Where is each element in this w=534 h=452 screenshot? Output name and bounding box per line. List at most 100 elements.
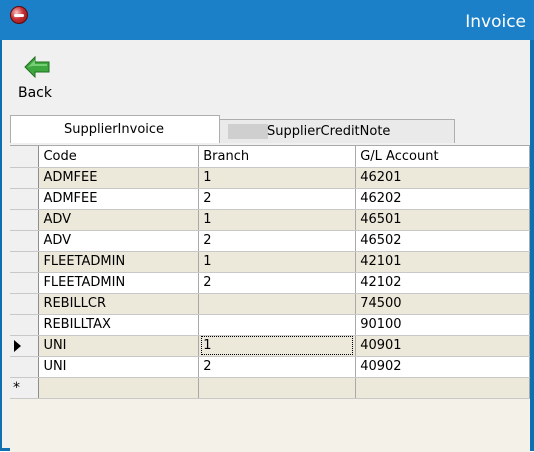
title-bar: Invoice (0, 0, 534, 40)
table-row[interactable]: ADMFEE 2 46202 (10, 188, 530, 210)
app-window: Invoice Back SupplierInvoice SupplierCre… (0, 0, 534, 452)
cell-gl-account[interactable]: 40902 (355, 356, 530, 378)
cell-branch[interactable]: 2 (198, 230, 357, 252)
back-arrow-icon (24, 56, 50, 78)
tab-supplier-invoice[interactable]: SupplierInvoice (10, 115, 220, 143)
cell-code[interactable]: ADMFEE (38, 188, 200, 210)
cell-branch[interactable] (198, 314, 357, 336)
cell-gl-account[interactable]: 40901 (355, 335, 530, 357)
cell-code[interactable]: UNI (38, 335, 200, 357)
row-header[interactable]: * (10, 377, 40, 399)
cell-value: ADV (43, 233, 72, 248)
tab-blurred-region (228, 124, 268, 139)
row-header[interactable] (10, 272, 40, 294)
new-row-cell[interactable] (198, 377, 357, 399)
row-header[interactable] (10, 314, 40, 336)
cell-code[interactable]: ADV (38, 230, 200, 252)
cell-value: ADMFEE (43, 191, 98, 206)
cell-gl-account[interactable]: 46202 (355, 188, 530, 210)
cell-gl-account[interactable]: 46502 (355, 230, 530, 252)
tab-supplier-credit-note[interactable]: SupplierCreditNote (219, 119, 455, 143)
table-row[interactable]: UNI 1 40901 (10, 335, 530, 357)
cell-value: 2 (203, 359, 212, 374)
cell-value: 46501 (360, 212, 402, 227)
column-header-code[interactable]: Code (38, 146, 200, 168)
grid-corner[interactable] (10, 146, 40, 168)
cell-value: 1 (203, 254, 212, 269)
cell-branch[interactable]: 1 (198, 209, 357, 231)
cell-branch[interactable]: 1 (198, 335, 357, 357)
cell-value: 2 (203, 233, 212, 248)
table-row[interactable]: FLEETADMIN 2 42102 (10, 272, 530, 294)
client-area: Back SupplierInvoice SupplierCreditNote (2, 40, 530, 452)
cell-value: 2 (203, 275, 212, 290)
table-row[interactable]: ADV 1 46501 (10, 209, 530, 231)
back-label: Back (18, 85, 52, 101)
table-row[interactable]: ADMFEE 1 46201 (10, 167, 530, 189)
cell-gl-account[interactable]: 46201 (355, 167, 530, 189)
cell-value: REBILLTAX (43, 317, 111, 332)
table-row[interactable]: UNI 2 40902 (10, 356, 530, 378)
cell-code[interactable]: ADV (38, 209, 200, 231)
cell-value: UNI (43, 359, 67, 374)
cell-value: REBILLCR (43, 296, 107, 311)
cell-value: 42102 (360, 275, 402, 290)
tab-label: SupplierCreditNote (267, 124, 391, 139)
cell-value: 46502 (360, 233, 402, 248)
column-header-branch[interactable]: Branch (198, 146, 357, 168)
cell-gl-account[interactable]: 46501 (355, 209, 530, 231)
cell-code[interactable]: UNI (38, 356, 200, 378)
cell-branch[interactable]: 2 (198, 272, 357, 294)
cell-branch[interactable]: 1 (198, 167, 357, 189)
cell-value: ADMFEE (43, 170, 98, 185)
row-header[interactable] (10, 335, 40, 357)
cell-code[interactable]: FLEETADMIN (38, 251, 200, 273)
row-header[interactable] (10, 251, 40, 273)
grid-body: ADMFEE 1 46201 ADMFEE 2 46202 ADV 1 46501 ADV 2 465… (10, 167, 530, 399)
cell-value: 74500 (360, 296, 402, 311)
cell-code[interactable]: ADMFEE (38, 167, 200, 189)
row-header[interactable] (10, 209, 40, 231)
cell-branch[interactable]: 2 (198, 188, 357, 210)
row-header[interactable] (10, 293, 40, 315)
new-row-cell[interactable] (355, 377, 530, 399)
row-header[interactable] (10, 356, 40, 378)
window-title: Invoice (465, 12, 526, 32)
cell-value: FLEETADMIN (43, 275, 126, 290)
new-row-cell[interactable] (38, 377, 200, 399)
table-row[interactable]: REBILLCR 74500 (10, 293, 530, 315)
row-header[interactable] (10, 188, 40, 210)
back-button[interactable]: Back (14, 54, 64, 102)
cell-code[interactable]: REBILLCR (38, 293, 200, 315)
cell-value: 90100 (360, 317, 402, 332)
cell-value: 40902 (360, 359, 402, 374)
cell-value: 46202 (360, 191, 402, 206)
grid-table: Code Branch G/L Account ADMFEE 1 46201 ADMF… (10, 146, 530, 399)
tab-label: SupplierInvoice (64, 122, 165, 137)
column-header-gl-account[interactable]: G/L Account (355, 146, 530, 168)
row-header[interactable] (10, 230, 40, 252)
row-header[interactable] (10, 167, 40, 189)
header-row: Code Branch G/L Account (10, 146, 530, 168)
cell-value: ADV (43, 212, 72, 227)
cell-value: 1 (203, 170, 212, 185)
new-row[interactable]: * (10, 377, 530, 399)
cell-gl-account[interactable]: 42101 (355, 251, 530, 273)
current-row-arrow-icon (14, 339, 21, 352)
cell-branch[interactable] (198, 293, 357, 315)
cell-code[interactable]: REBILLTAX (38, 314, 200, 336)
cell-gl-account[interactable]: 42102 (355, 272, 530, 294)
app-logo-icon[interactable] (10, 6, 28, 24)
table-row[interactable]: REBILLTAX 90100 (10, 314, 530, 336)
data-grid[interactable]: Code Branch G/L Account ADMFEE 1 46201 ADMF… (10, 145, 530, 452)
cell-gl-account[interactable]: 90100 (355, 314, 530, 336)
cell-branch[interactable]: 1 (198, 251, 357, 273)
tab-strip: SupplierInvoice SupplierCreditNote (10, 115, 530, 145)
table-row[interactable]: FLEETADMIN 1 42101 (10, 251, 530, 273)
cell-gl-account[interactable]: 74500 (355, 293, 530, 315)
toolbar: Back (2, 40, 530, 105)
cell-branch[interactable]: 2 (198, 356, 357, 378)
table-row[interactable]: ADV 2 46502 (10, 230, 530, 252)
cell-code[interactable]: FLEETADMIN (38, 272, 200, 294)
cell-value: 1 (203, 212, 212, 227)
